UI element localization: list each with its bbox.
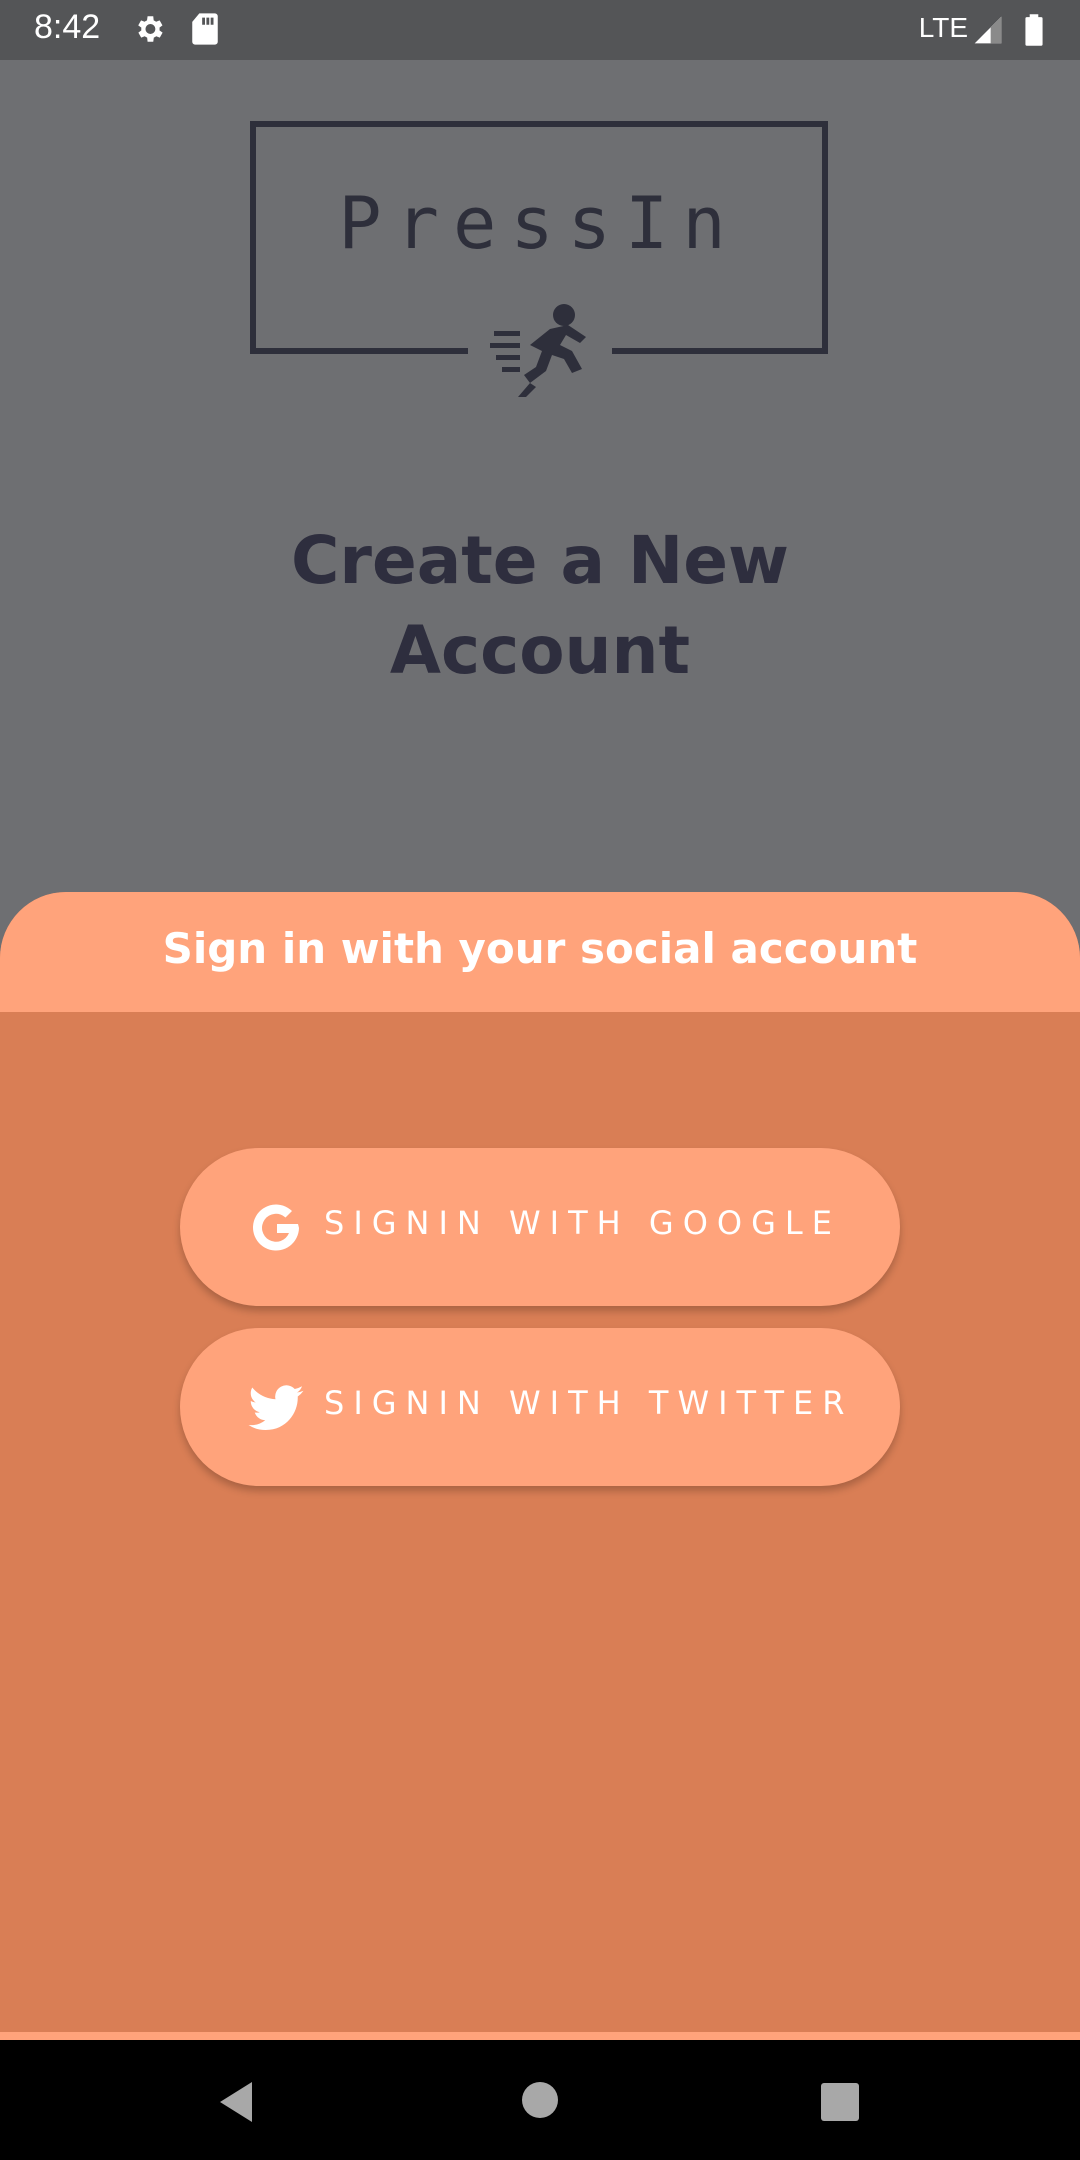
twitter-icon: [246, 1378, 306, 1438]
running-person-icon: [490, 301, 590, 401]
page-title-line1: Create a New: [290, 522, 790, 599]
google-signin-label: SIGNIN WITH GOOGLE: [324, 1204, 841, 1242]
google-signin-button[interactable]: SIGNIN WITH GOOGLE: [180, 1148, 900, 1306]
status-bar: 8:42 LTE: [0, 0, 1080, 60]
social-signin-sheet: Sign in with your social account SIGNIN …: [0, 892, 1080, 2040]
page-title-line2: Account: [389, 612, 691, 689]
sheet-header: Sign in with your social account: [0, 892, 1080, 1012]
navigation-bar: [0, 2040, 1080, 2160]
status-time: 8:42: [34, 8, 101, 46]
sheet-title: Sign in with your social account: [162, 924, 918, 973]
home-icon[interactable]: [520, 2080, 560, 2124]
logo-text: PressIn: [338, 181, 740, 265]
recents-icon[interactable]: [820, 2082, 860, 2126]
google-icon: [246, 1198, 306, 1258]
back-icon[interactable]: [216, 2080, 256, 2128]
page-title: Create a New Account: [240, 516, 840, 696]
battery-icon: [1024, 12, 1044, 52]
sheet-bottom-divider: [0, 2032, 1080, 2040]
sd-card-icon: [190, 12, 220, 50]
app-logo: PressIn: [250, 121, 828, 397]
network-type: LTE: [918, 12, 968, 43]
twitter-signin-button[interactable]: SIGNIN WITH TWITTER: [180, 1328, 900, 1486]
twitter-signin-label: SIGNIN WITH TWITTER: [324, 1384, 854, 1422]
gear-icon: [132, 12, 166, 50]
signal-icon: [972, 14, 1004, 50]
